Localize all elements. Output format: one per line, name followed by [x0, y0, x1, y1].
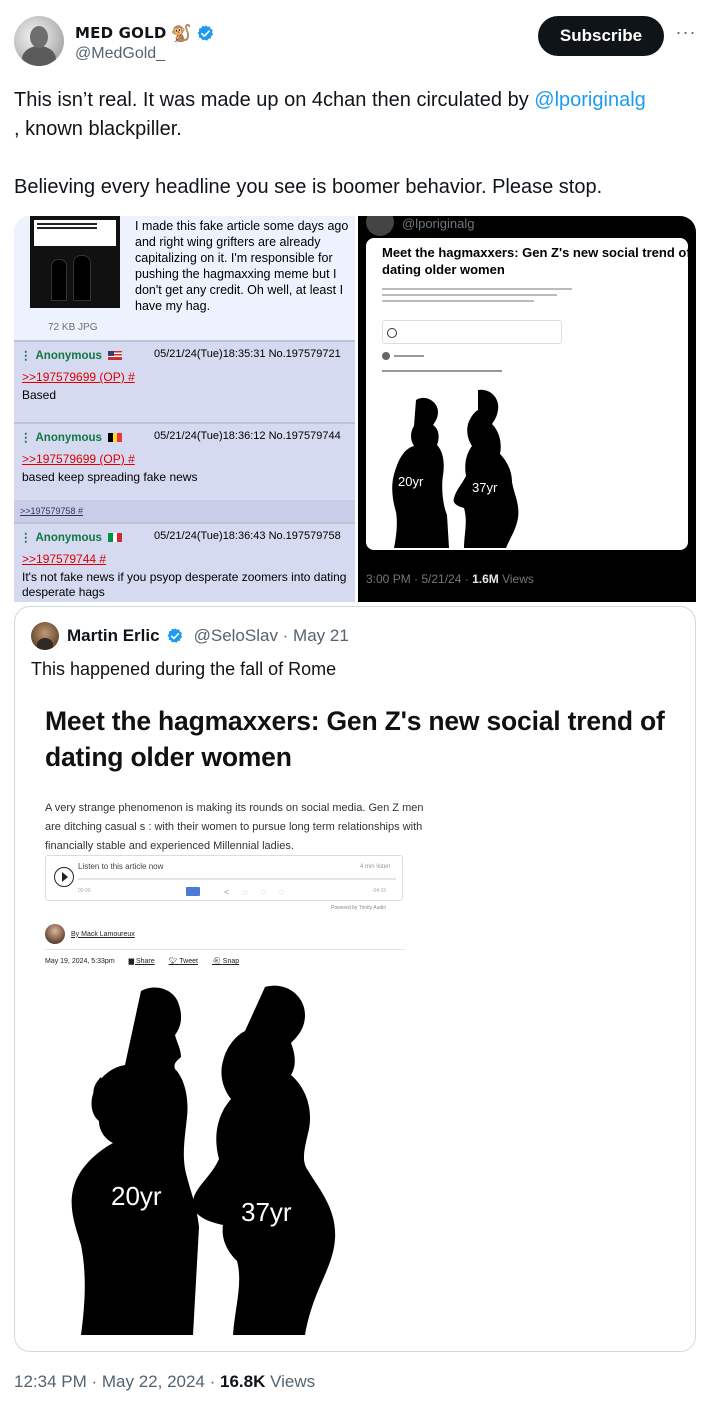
share-twitter: 🐦︎ Tweet	[168, 958, 198, 965]
player-start-time: 00:00	[78, 888, 91, 894]
more-options-icon[interactable]: ···	[674, 22, 698, 46]
reply-author: Anonymous	[35, 350, 102, 362]
reply-quote-link[interactable]: >>197579699 (OP) #	[22, 370, 135, 384]
chan-reply: ⋮ Anonymous 05/21/24(Tue)18:35:31 No.1975…	[14, 342, 355, 426]
reply-message: Based	[22, 388, 57, 402]
chan-screenshot[interactable]: 72 KB JPG I made this fake article some …	[14, 216, 355, 602]
quoted-tweet-media[interactable]: Meet the hagmaxxers: Gen Z's new social …	[31, 695, 695, 1351]
quoted-author-name[interactable]: Martin Erlic	[67, 626, 160, 646]
author-handle[interactable]: @MedGold_	[75, 45, 165, 63]
tweet-text: This isn’t real. It was made up on 4chan…	[14, 86, 704, 144]
repost-age-right: 37yr	[472, 480, 498, 495]
reply-message: based keep spreading fake news	[22, 470, 198, 484]
silhouettes-image: 20yr 37yr	[392, 389, 519, 548]
op-thumbnail	[30, 216, 120, 308]
reply-meta: 05/21/24(Tue)18:36:12 No.197579744	[154, 430, 341, 442]
translate-icon	[186, 887, 200, 896]
reply-meta: 05/21/24(Tue)18:35:31 No.197579721	[154, 348, 341, 360]
age-label-right: 37yr	[241, 1197, 292, 1227]
repost-age-left: 20yr	[398, 474, 424, 489]
tweet-views-count: 16.8K	[220, 1372, 266, 1391]
repost-audio-player	[382, 320, 562, 344]
article-byline: By Mack Lamoureux	[45, 923, 135, 945]
player-end-time: -04:15	[372, 888, 387, 894]
repost-handle: @lporiginalg	[402, 216, 475, 231]
quoted-author-avatar[interactable]	[31, 622, 59, 650]
reply-meta: 05/21/24(Tue)18:36:43 No.197579758	[154, 530, 341, 542]
mention-link[interactable]: @lporiginalg	[534, 89, 645, 111]
article-paragraph: A very strange phenomenon is making its …	[45, 802, 424, 852]
share-row: May 19, 2024, 5:33pm ▆ Share 🐦︎ Tweet 👻︎…	[45, 957, 405, 969]
quoted-tweet-text: This happened during the fall of Rome	[31, 659, 337, 679]
audio-player: Listen to this article now 4 min listen …	[45, 855, 403, 901]
tweet-text-line1-suffix: , known blackpiller.	[14, 118, 182, 140]
repost-date-line	[382, 370, 502, 372]
tweet-timestamp[interactable]: 12:34 PM · May 22, 2024 ·	[14, 1372, 220, 1391]
repost-time: 3:00 PM · 5/21/24 ·	[366, 572, 473, 586]
author-photo	[45, 924, 65, 944]
player-duration: 4 min listen	[360, 864, 391, 870]
repost-article-text-lines	[382, 286, 572, 302]
op-thumbnail-size: 72 KB JPG	[48, 322, 98, 333]
tweet-media[interactable]: 72 KB JPG I made this fake article some …	[14, 216, 696, 602]
reply-message: It's not fake news if you psyop desperat…	[22, 570, 347, 599]
quoted-tweet-header: Martin Erlic @SeloSlav · May 21	[31, 621, 349, 651]
chan-reply: ⋮ Anonymous 05/21/24(Tue)18:36:12 No.1975…	[14, 424, 355, 500]
reply-author: Anonymous	[35, 532, 102, 544]
play-icon	[54, 867, 74, 887]
divider	[45, 949, 405, 950]
powered-by: Powered by Trinity Audio	[331, 905, 387, 911]
quoted-author-handle[interactable]: @SeloSlav · May 21	[194, 626, 349, 646]
reply-header: ⋮ Anonymous 05/21/24(Tue)18:35:31 No.1975…	[20, 348, 341, 362]
us-flag-icon	[108, 351, 123, 360]
repost-screenshot[interactable]: @lporiginalg Meet the hagmaxxers: Gen Z'…	[358, 216, 696, 602]
verified-badge-icon	[167, 628, 182, 643]
chan-reply: ⋮ Anonymous 05/21/24(Tue)18:36:43 No.1975…	[14, 524, 355, 602]
article-date: May 19, 2024, 5:33pm	[45, 958, 115, 965]
tweet-footer: 12:34 PM · May 22, 2024 · 16.8K Views	[14, 1372, 315, 1392]
reply-author: Anonymous	[35, 432, 102, 444]
repost-article-title: Meet the hagmaxxers: Gen Z's new social …	[382, 245, 688, 277]
reply-quote-link[interactable]: >>197579699 (OP) #	[22, 452, 135, 466]
quoted-tweet[interactable]: Martin Erlic @SeloSlav · May 21 This hap…	[14, 606, 696, 1352]
tweet-text-line2: Believing every headline you see is boom…	[14, 176, 603, 198]
author-avatar[interactable]	[14, 16, 64, 66]
verified-badge-icon[interactable]	[196, 24, 215, 43]
reply-quote-link[interactable]: >>197579744 #	[22, 552, 106, 566]
byline-text: By Mack Lamoureux	[71, 930, 135, 938]
author-display-name[interactable]: MED GOLD	[75, 24, 167, 42]
player-progress-bar	[78, 878, 396, 880]
tweet-text-line1: This isn’t real. It was made up on 4chan…	[14, 89, 535, 111]
player-label: Listen to this article now	[78, 862, 164, 871]
repost-views-count: 1.6M	[472, 572, 499, 586]
age-label-left: 20yr	[111, 1181, 162, 1211]
reply-header: ⋮ Anonymous 05/21/24(Tue)18:36:43 No.1975…	[20, 530, 341, 544]
article-title: Meet the hagmaxxers: Gen Z's new social …	[45, 706, 665, 772]
player-controls-icon: <◌◌◌	[224, 887, 298, 897]
tweet-views-label: Views	[265, 1372, 316, 1391]
italy-flag-icon	[108, 533, 123, 542]
repost-views-label: Views	[498, 572, 534, 586]
share-snap: 👻︎ Snap	[211, 958, 240, 965]
author-name-row[interactable]: MED GOLD 🐒	[75, 22, 215, 44]
reply-header: ⋮ Anonymous 05/21/24(Tue)18:36:12 No.1975…	[20, 430, 341, 444]
silhouettes-image: 20yr 37yr	[71, 985, 336, 1335]
repost-byline	[382, 352, 462, 362]
chan-op-post: 72 KB JPG I made this fake article some …	[14, 216, 355, 340]
subscribe-button[interactable]: Subscribe	[538, 16, 664, 56]
repost-meta: 3:00 PM · 5/21/24 · 1.6M Views	[366, 572, 534, 586]
repost-article-card: Meet the hagmaxxers: Gen Z's new social …	[366, 238, 688, 550]
monkey-emoji-icon: 🐒	[170, 23, 192, 43]
share-facebook: ▆ Share	[128, 958, 155, 965]
belgium-flag-icon	[108, 433, 123, 442]
repost-avatar	[366, 216, 394, 236]
backlink[interactable]: >>197579758 #	[14, 500, 355, 522]
tweet-header: MED GOLD 🐒 @MedGold_ Subscribe ···	[14, 16, 702, 68]
op-text: I made this fake article some days ago a…	[135, 219, 349, 313]
